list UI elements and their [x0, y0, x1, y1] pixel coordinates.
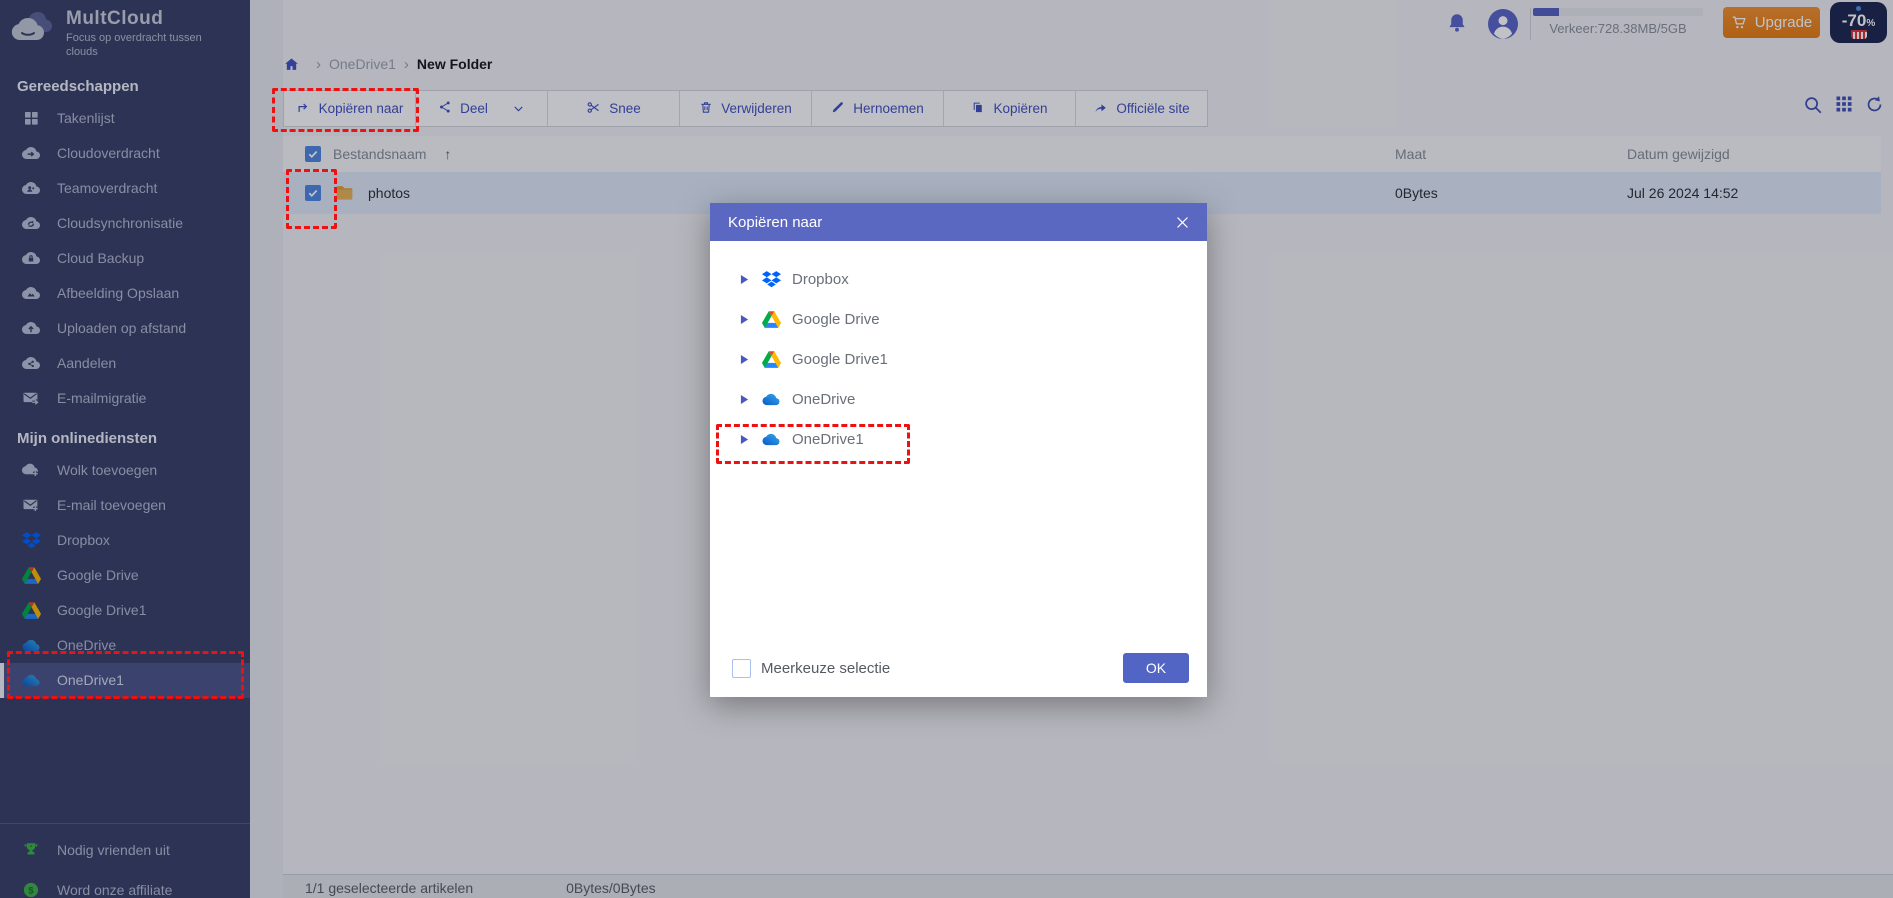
google-drive-icon — [758, 350, 784, 368]
cloud-tree-item-label: OneDrive1 — [792, 430, 864, 448]
multcloud-app: MultCloud Focus op overdracht tussen clo… — [0, 0, 1893, 898]
cloud-tree-item-label: OneDrive — [792, 390, 856, 408]
cloud-tree-item-label: Dropbox — [792, 270, 849, 288]
caret-right-icon[interactable] — [740, 274, 754, 285]
dialog-footer: Meerkeuze selectie OK — [732, 653, 1189, 683]
cloud-tree-item-onedrive[interactable]: OneDrive — [710, 379, 1207, 419]
caret-right-icon[interactable] — [740, 434, 754, 445]
multi-select-label: Meerkeuze selectie — [761, 659, 891, 677]
cloud-tree-item-google-drive1[interactable]: Google Drive1 — [710, 339, 1207, 379]
cloud-tree-item-label: Google Drive — [792, 310, 880, 328]
google-drive-icon — [758, 310, 784, 328]
caret-right-icon[interactable] — [740, 394, 754, 405]
ok-button[interactable]: OK — [1123, 653, 1189, 683]
cloud-tree-item-onedrive1[interactable]: OneDrive1 — [710, 419, 1207, 459]
dropbox-icon — [758, 270, 784, 288]
caret-right-icon[interactable] — [740, 314, 754, 325]
dialog-title: Kopiëren naar — [728, 213, 823, 231]
multi-select-checkbox[interactable] — [732, 658, 751, 678]
cloud-tree-item-dropbox[interactable]: Dropbox — [710, 259, 1207, 299]
cloud-tree-item-google-drive[interactable]: Google Drive — [710, 299, 1207, 339]
close-icon[interactable] — [1174, 214, 1191, 231]
dialog-header: Kopiëren naar — [710, 203, 1207, 241]
onedrive-icon — [758, 431, 784, 448]
cloud-tree: Dropbox Google Drive Google Drive1 OneDr… — [710, 241, 1207, 459]
caret-right-icon[interactable] — [740, 354, 754, 365]
cloud-tree-item-label: Google Drive1 — [792, 350, 888, 368]
onedrive-icon — [758, 391, 784, 408]
copy-to-dialog: Kopiëren naar Dropbox Google Drive Googl… — [710, 203, 1207, 697]
